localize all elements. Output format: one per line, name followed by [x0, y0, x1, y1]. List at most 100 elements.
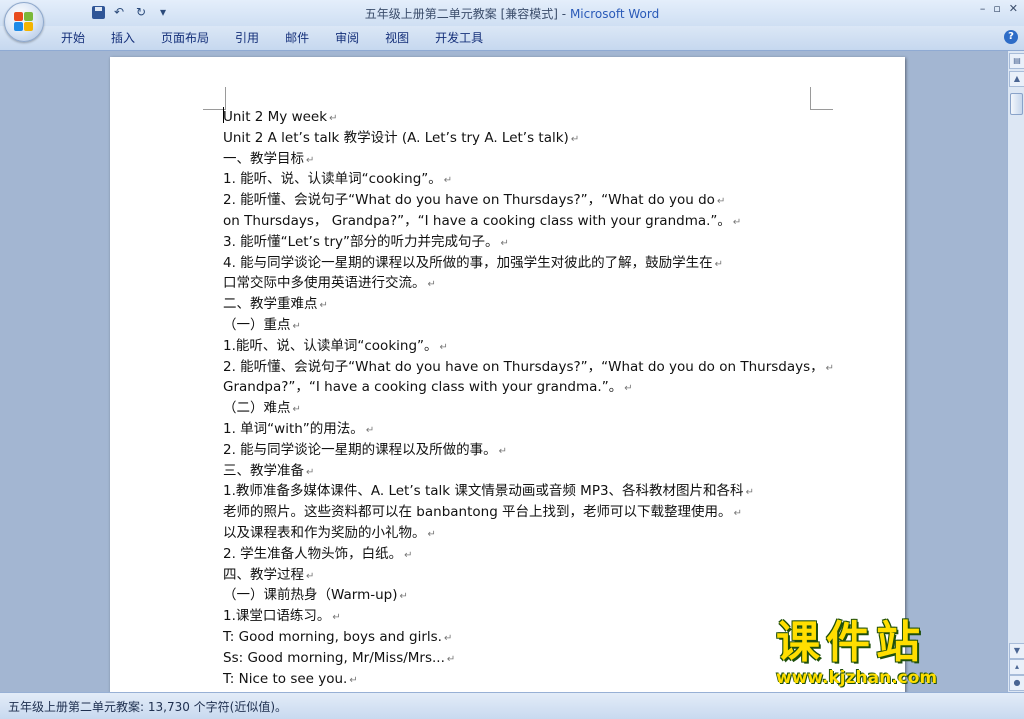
line-text: （二）难点: [223, 400, 291, 417]
paragraph-mark-icon: ↵: [306, 466, 315, 478]
tab-review[interactable]: 审阅: [322, 30, 372, 46]
line-text: 一、教学目标: [223, 150, 304, 167]
line-text: 二、教学重难点: [223, 296, 318, 313]
paragraph-mark-icon: ↵: [306, 154, 315, 166]
document-line: （二）难点 ↵: [223, 398, 823, 419]
line-text: Grandpa?”，“I have a cooking class with y…: [223, 379, 623, 396]
document-page[interactable]: Unit 2 My week ↵ Unit 2 A let’s talk 教学设计 …: [110, 57, 905, 697]
vertical-scrollbar[interactable]: ▤ ▲ ▼ ▴ ●: [1007, 51, 1024, 692]
document-line: T: Nice to see you. ↵: [223, 669, 823, 690]
document-line: Unit 2 A let’s talk 教学设计 (A. Let’s try A…: [223, 128, 823, 149]
line-text: T: Nice to see you.: [223, 670, 348, 687]
paragraph-mark-icon: ↵: [399, 591, 408, 603]
line-text: 2. 能听懂、会说句子“What do you have on Thursday…: [223, 358, 824, 375]
line-text: T: Good morning, boys and girls.: [223, 628, 442, 645]
line-text: （一）重点: [223, 316, 291, 333]
paragraph-mark-icon: ↵: [443, 175, 453, 187]
tab-view[interactable]: 视图: [372, 30, 422, 46]
office-button[interactable]: [4, 2, 44, 42]
app-name: Microsoft Word: [569, 7, 660, 21]
paragraph-mark-icon: ↵: [825, 362, 835, 374]
help-icon[interactable]: ?: [1004, 30, 1018, 44]
paragraph-mark-icon: ↵: [439, 341, 448, 353]
minimize-button[interactable]: –: [980, 2, 986, 15]
paragraph-mark-icon: ↵: [427, 279, 436, 291]
line-text: 三、教学准备: [223, 462, 304, 479]
line-text: （一）课前热身（Warm-up): [223, 587, 398, 604]
line-text: Unit 2 My week: [223, 109, 328, 125]
scroll-up-icon[interactable]: ▲: [1009, 71, 1024, 87]
ruler-toggle-icon[interactable]: ▤: [1009, 53, 1024, 69]
tab-home[interactable]: 开始: [48, 30, 98, 46]
document-line: Grandpa?”，“I have a cooking class with y…: [223, 377, 823, 398]
paragraph-mark-icon: ↵: [427, 528, 436, 540]
document-line: 三、教学准备 ↵: [223, 461, 823, 482]
paragraph-mark-icon: ↵: [733, 508, 742, 520]
document-line: 2. 能与同学谈论一星期的课程以及所做的事。 ↵: [223, 440, 823, 461]
tab-insert[interactable]: 插入: [98, 30, 148, 46]
document-line: 1. 单词“with”的用法。 ↵: [223, 419, 823, 440]
document-line: 以及课程表和作为奖励的小礼物。 ↵: [223, 523, 823, 544]
tab-page-layout[interactable]: 页面布局: [148, 30, 222, 46]
paragraph-mark-icon: ↵: [716, 196, 726, 208]
paragraph-mark-icon: ↵: [332, 612, 341, 624]
title-bar: ↶ ↻ ▾ 五年级上册第二单元教案 [兼容模式] - Microsoft Wor…: [0, 0, 1024, 26]
paragraph-mark-icon: ↵: [319, 300, 328, 312]
watermark-url: www.kjzhan.com: [776, 668, 938, 688]
line-text: 口常交际中多使用英语进行交流。: [223, 275, 426, 292]
office-logo-icon: [14, 12, 34, 32]
document-line: 一、教学目标 ↵: [223, 149, 823, 170]
line-text: 4. 能与同学谈论一星期的课程以及所做的事，加强学生对彼此的了解，鼓励学生在: [223, 254, 713, 271]
document-line: 1.教师准备多媒体课件、A. Let’s talk 课文情景动画或音频 MP3、…: [223, 481, 823, 502]
document-line: 2. 能听懂、会说句子“What do you have on Thursday…: [223, 190, 823, 211]
document-line: 3. 能听懂“Let’s try”部分的听力并完成句子。 ↵: [223, 232, 823, 253]
paragraph-mark-icon: ↵: [443, 632, 453, 644]
paragraph-mark-icon: ↵: [292, 404, 301, 416]
word-count-status[interactable]: 五年级上册第二单元教案: 13,730 个字符(近似值)。: [8, 698, 287, 715]
close-button[interactable]: ✕: [1009, 2, 1018, 15]
document-line: 二、教学重难点 ↵: [223, 294, 823, 315]
line-text: 2. 能听懂、会说句子“What do you have on Thursday…: [223, 192, 715, 209]
paragraph-mark-icon: ↵: [500, 237, 509, 249]
text-cursor: [223, 107, 224, 123]
document-title: 五年级上册第二单元教案 [兼容模式]: [364, 7, 558, 21]
line-text: on Thursdays， Grandpa?”，“I have a cookin…: [223, 212, 731, 229]
document-line: 1.课堂口语练习。 ↵: [223, 606, 823, 627]
document-line: 老师的照片。这些资料都可以在 banbantong 平台上找到，老师可以下载整理…: [223, 502, 823, 523]
document-body[interactable]: Unit 2 My week ↵ Unit 2 A let’s talk 教学设计 …: [223, 107, 834, 697]
paragraph-mark-icon: ↵: [745, 487, 754, 499]
paragraph-mark-icon: ↵: [329, 113, 338, 124]
paragraph-mark-icon: ↵: [446, 653, 456, 665]
tab-references[interactable]: 引用: [222, 30, 272, 46]
document-line: 2. 学生准备人物头饰，白纸。 ↵: [223, 544, 823, 565]
scroll-thumb[interactable]: [1010, 93, 1023, 115]
line-text: 2. 能与同学谈论一星期的课程以及所做的事。: [223, 441, 497, 458]
line-text: 1.课堂口语练习。: [223, 608, 331, 625]
paragraph-mark-icon: ↵: [365, 424, 375, 436]
line-text: 3. 能听懂“Let’s try”部分的听力并完成句子。: [223, 233, 499, 250]
line-text: 2. 学生准备人物头饰，白纸。: [223, 545, 403, 562]
document-line: 2. 能听懂、会说句子“What do you have on Thursday…: [223, 357, 834, 378]
line-text: 以及课程表和作为奖励的小礼物。: [223, 524, 426, 541]
paragraph-mark-icon: ↵: [349, 674, 358, 686]
paragraph-mark-icon: ↵: [732, 216, 742, 228]
line-text: 1. 单词“with”的用法。: [223, 420, 364, 437]
window-title: 五年级上册第二单元教案 [兼容模式] - Microsoft Word: [0, 5, 1024, 22]
document-line: （一）重点 ↵: [223, 315, 823, 336]
line-text: Ss: Good morning, Mr/Miss/Mrs...: [223, 649, 445, 666]
tab-mailings[interactable]: 邮件: [272, 30, 322, 46]
document-line: 1. 能听、说、认读单词“cooking”。 ↵: [223, 169, 823, 190]
document-line: T: Good morning, boys and girls. ↵: [223, 627, 823, 648]
tab-developer[interactable]: 开发工具: [422, 30, 496, 46]
paragraph-mark-icon: ↵: [624, 383, 633, 395]
document-line: 1.能听、说、认读单词“cooking”。 ↵: [223, 336, 823, 357]
document-line: 4. 能与同学谈论一星期的课程以及所做的事，加强学生对彼此的了解，鼓励学生在 ↵: [223, 253, 823, 274]
document-line: on Thursdays， Grandpa?”，“I have a cookin…: [223, 211, 823, 232]
document-line: Unit 2 My week ↵: [223, 107, 823, 128]
paragraph-mark-icon: ↵: [292, 320, 301, 332]
restore-button[interactable]: ▫: [993, 2, 1000, 15]
paragraph-mark-icon: ↵: [498, 445, 508, 457]
paragraph-mark-icon: ↵: [714, 258, 724, 270]
paragraph-mark-icon: ↵: [404, 549, 413, 561]
watermark-logo: 课件站: [776, 617, 926, 668]
